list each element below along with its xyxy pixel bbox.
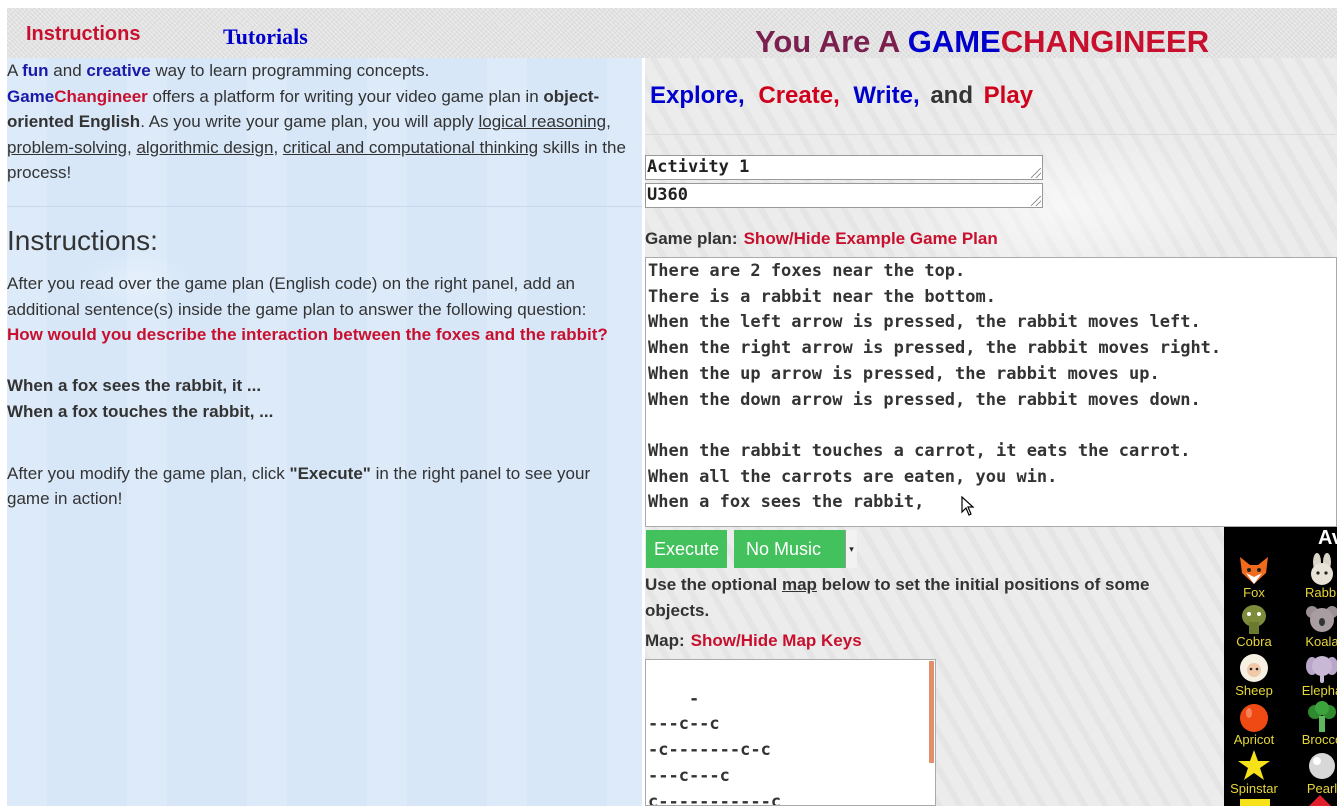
intro-creative: creative — [86, 61, 151, 80]
avatar-koala-label: Koala — [1305, 634, 1337, 649]
koala-icon — [1306, 606, 1337, 632]
map-editor[interactable]: - ---c--c -c-------c-c ---c---c c-------… — [645, 659, 936, 806]
intro-game: Game — [7, 86, 55, 106]
execute-button[interactable]: Execute — [646, 530, 727, 568]
brand-title: You Are A GAMECHANGINEER — [755, 24, 1209, 60]
avatar-cobra[interactable]: Cobra — [1224, 602, 1284, 649]
skill-logical-reasoning-link[interactable]: logical reasoning — [478, 112, 606, 131]
intro-a: A — [7, 61, 23, 80]
nav-tutorials-link[interactable]: Tutorials — [223, 24, 308, 50]
star-icon — [1238, 750, 1270, 780]
avatar-spinstar-label: Spinstar — [1230, 781, 1278, 796]
tagline-explore: Explore, — [650, 82, 745, 109]
intro-changineer: Changineer — [54, 86, 148, 106]
elephant-icon — [1306, 656, 1337, 683]
right-divider — [645, 134, 1337, 135]
nav-instructions-link[interactable]: Instructions — [26, 23, 140, 46]
toggle-map-keys-link[interactable]: Show/Hide Map Keys — [691, 631, 862, 650]
map-text: - ---c--c -c-------c-c ---c---c c-------… — [648, 688, 782, 806]
avatar-apricot-label: Apricot — [1233, 732, 1275, 747]
instructions-body: After you read over the game plan (Engli… — [7, 271, 637, 512]
broccoli-icon — [1308, 701, 1336, 732]
apricot-icon — [1240, 704, 1268, 732]
toggle-example-game-plan-link[interactable]: Show/Hide Example Game Plan — [744, 229, 998, 248]
map-note-a: Use the optional — [645, 575, 782, 594]
intro-comma-3: , — [273, 137, 283, 157]
intro-and: and — [48, 61, 87, 80]
brand-part-3: CHANGINEER — [1000, 24, 1210, 59]
map-link[interactable]: map — [782, 575, 817, 594]
fox-icon — [1240, 557, 1268, 584]
instructions-paragraph-1: After you read over the game plan (Engli… — [7, 274, 587, 319]
avatar-broccoli-label: Brocco — [1301, 732, 1337, 747]
avatar-partial-red — [1308, 795, 1332, 806]
top-bar: Instructions Tutorials You Are A GAMECHA… — [7, 8, 1337, 60]
instructions-p2-execute: "Execute" — [289, 463, 371, 483]
tagline-and: and — [930, 82, 973, 109]
mouse-cursor-icon — [961, 496, 975, 516]
instructions-hint-2: When a fox touches the rabbit, ... — [7, 401, 274, 421]
intro-rest-3: . As you write your game plan, you will … — [140, 112, 479, 132]
activity-code-field[interactable]: U360 — [645, 183, 1043, 208]
skill-algorithmic-design-link[interactable]: algorithmic design — [136, 138, 273, 157]
instructions-hint-1: When a fox sees the rabbit, it ... — [7, 376, 262, 396]
activity-code-value: U360 — [647, 185, 688, 205]
brand-part-1: You Are A — [755, 24, 908, 59]
skill-critical-thinking-link[interactable]: critical and computational thinking — [283, 138, 538, 157]
game-plan-label: Game plan: — [645, 229, 738, 248]
resize-grip-icon[interactable] — [1031, 196, 1041, 206]
avatar-fox[interactable]: Fox — [1224, 553, 1284, 600]
intro-rest-2: offers a platform for writing your video… — [147, 86, 544, 106]
instructions-paragraph-2: After you modify the game plan, click "E… — [7, 461, 637, 512]
music-select-value: No Music — [746, 539, 822, 559]
avatar-sheep-label: Sheep — [1235, 683, 1273, 698]
map-scrollbar[interactable] — [929, 661, 934, 763]
rabbit-icon — [1311, 553, 1333, 585]
tagline-play: Play — [983, 82, 1034, 109]
dropdown-arrow-icon[interactable]: ▾ — [845, 530, 857, 568]
instructions-question: How would you describe the interaction b… — [7, 325, 608, 345]
avatar-elephant[interactable]: Elepha — [1292, 651, 1337, 698]
tagline: Explore, Create, Write, and Play — [650, 82, 1033, 110]
instructions-p2-a: After you modify the game plan, click — [7, 463, 290, 483]
avatar-pearl-label: Pearl — [1306, 781, 1337, 796]
avatar-cobra-label: Cobra — [1236, 634, 1272, 649]
avatar-rabbit[interactable]: Rabbi — [1292, 553, 1337, 600]
tagline-create: Create, — [758, 82, 840, 109]
music-select[interactable]: No Music ▾ — [734, 530, 857, 568]
pearl-icon — [1309, 753, 1335, 779]
avatar-panel: Av Fox Rabbi Cobra Koala Sheep Elepha Ap… — [1224, 527, 1337, 806]
game-plan-label-row: Game plan: Show/Hide Example Game Plan — [645, 229, 998, 249]
avatar-sheep[interactable]: Sheep — [1224, 651, 1284, 698]
avatar-fox-label: Fox — [1243, 585, 1265, 600]
skill-problem-solving-link[interactable]: problem-solving — [7, 138, 127, 157]
intro-rest-1: way to learn programming concepts. — [150, 61, 430, 80]
activity-title-value: Activity 1 — [647, 157, 750, 177]
cobra-icon — [1242, 605, 1266, 634]
avatar-elephant-label: Elepha — [1301, 683, 1337, 698]
game-plan-editor[interactable]: There are 2 foxes near the top. There is… — [645, 257, 1337, 527]
tagline-write: Write, — [853, 82, 920, 109]
left-panel: A fun and creative way to learn programm… — [7, 58, 642, 806]
avatar-spinstar[interactable]: Spinstar — [1224, 749, 1284, 796]
map-note: Use the optional map below to set the in… — [645, 572, 1205, 623]
sheep-icon — [1240, 654, 1268, 682]
avatar-panel-heading: Av — [1318, 527, 1337, 549]
map-label-row: Map: Show/Hide Map Keys — [645, 631, 862, 651]
left-divider — [7, 206, 642, 207]
instructions-heading: Instructions: — [7, 225, 158, 256]
avatar-pearl[interactable]: Pearl — [1292, 749, 1337, 796]
brand-part-2: GAME — [907, 24, 1001, 59]
activity-title-field[interactable]: Activity 1 — [645, 155, 1043, 180]
avatar-partial-yellow — [1240, 799, 1270, 806]
intro-fun: fun — [22, 61, 49, 80]
avatar-broccoli[interactable]: Brocco — [1292, 700, 1337, 747]
resize-grip-icon[interactable] — [1031, 168, 1041, 178]
map-label: Map: — [645, 631, 685, 650]
avatar-rabbit-label: Rabbi — [1305, 585, 1337, 600]
avatar-apricot[interactable]: Apricot — [1224, 700, 1284, 747]
intro-comma-1: , — [606, 112, 611, 132]
avatar-koala[interactable]: Koala — [1292, 602, 1337, 649]
intro-text: A fun and creative way to learn programm… — [7, 58, 637, 186]
